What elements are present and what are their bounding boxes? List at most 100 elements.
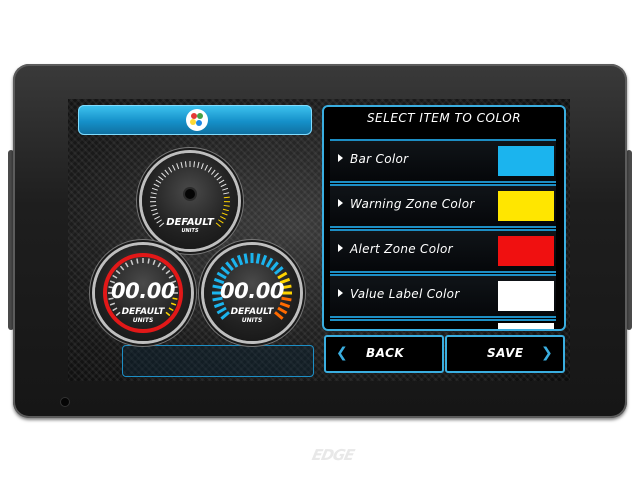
- item-label: Warning Zone Color: [350, 197, 475, 211]
- gauge-tick: [277, 271, 288, 280]
- gauge-tick: [112, 274, 118, 279]
- gauge-tick: [124, 262, 129, 268]
- gauge-header-bar[interactable]: [78, 105, 312, 135]
- gauge-right[interactable]: 00.00 DEFAULT UNITS: [204, 245, 300, 341]
- chevron-left-icon: ❮: [336, 345, 348, 361]
- gauge-left-value: 00.00: [111, 279, 175, 303]
- gauge-tick: [243, 253, 249, 264]
- back-button[interactable]: ❮ BACK: [324, 335, 444, 373]
- gauge-tick: [197, 161, 200, 168]
- gauge-tick: [147, 258, 150, 264]
- gauge-tick: [223, 196, 230, 199]
- gauge-tick: [220, 266, 230, 275]
- gauge-tick: [221, 212, 228, 216]
- gauge-tick: [170, 302, 177, 306]
- gauge-tick: [211, 169, 216, 175]
- gauge-tick: [180, 161, 183, 168]
- color-swatch: [498, 236, 554, 266]
- gauge-left[interactable]: 00.00 DEFAULT UNITS: [95, 245, 191, 341]
- gauge-tick: [151, 187, 158, 191]
- brand-logo: EDGE: [310, 446, 356, 464]
- color-swatch: [498, 191, 554, 221]
- gauge-tick: [225, 261, 234, 271]
- gauge-tick: [151, 208, 158, 212]
- caret-right-icon: [338, 244, 343, 252]
- back-label: BACK: [366, 346, 405, 360]
- gauge-tick: [157, 262, 162, 268]
- gauge-top-dial: [149, 161, 231, 228]
- gauge-tick: [158, 175, 164, 181]
- gauge-tick: [265, 257, 274, 268]
- gauge-tick: [115, 269, 121, 275]
- gauge-right-units: UNITS: [241, 317, 263, 324]
- caret-right-icon: [338, 199, 343, 207]
- gauge-tick: [168, 274, 174, 279]
- item-label: Alert Zone Color: [350, 242, 453, 256]
- gauge-tick: [161, 172, 167, 178]
- gauge-tick: [204, 164, 208, 171]
- gauge-top-hub: [185, 189, 195, 199]
- color-select-panel: SELECT ITEM TO COLOR Bar Color Warning Z…: [322, 105, 566, 331]
- gauge-tick: [223, 192, 230, 195]
- gauge-tick: [200, 163, 204, 170]
- caret-right-icon: [338, 289, 343, 297]
- save-label: SAVE: [487, 346, 524, 360]
- gauge-tick: [274, 266, 284, 275]
- list-item-bar-color[interactable]: Bar Color: [330, 139, 556, 183]
- gauge-tick: [150, 204, 157, 207]
- gauge-tick: [155, 179, 162, 184]
- gauge-tick: [193, 161, 196, 168]
- color-swatch: [498, 146, 554, 176]
- gauge-tick: [222, 187, 229, 191]
- camera-lens: [61, 398, 69, 406]
- gauge-tick: [164, 169, 169, 175]
- gauge-left-units: UNITS: [132, 317, 154, 324]
- gauge-tick: [136, 258, 139, 264]
- gauge-top-units: UNITS: [181, 228, 199, 234]
- gauge-tick: [168, 166, 173, 173]
- list-item-partial[interactable]: [330, 319, 556, 331]
- gauge-tick: [213, 172, 219, 178]
- gauge-footer-bar: [122, 345, 314, 377]
- gauge-tick: [150, 192, 157, 195]
- save-button[interactable]: SAVE ❯: [445, 335, 565, 373]
- gauge-tick: [119, 265, 125, 271]
- list-item-value-label-color[interactable]: Value Label Color: [330, 274, 556, 318]
- gauge-tick: [165, 269, 171, 275]
- item-label: Value Label Color: [350, 287, 460, 301]
- gauge-tick: [255, 253, 261, 264]
- gauge-tick: [207, 166, 212, 173]
- gauge-right-value: 00.00: [220, 279, 284, 303]
- gauge-tick: [161, 265, 167, 271]
- gauge-left-label: DEFAULT: [121, 307, 165, 317]
- chevron-right-icon: ❯: [541, 345, 553, 361]
- gauge-tick: [109, 302, 116, 306]
- item-label: Bar Color: [350, 152, 409, 166]
- panel-title: SELECT ITEM TO COLOR: [366, 111, 522, 125]
- gauge-tick: [270, 261, 279, 271]
- list-item-alert-zone-color[interactable]: Alert Zone Color: [330, 229, 556, 273]
- gauge-top-label: DEFAULT: [166, 217, 214, 228]
- gauge-top[interactable]: DEFAULT UNITS: [142, 153, 238, 249]
- list-item-warning-zone-color[interactable]: Warning Zone Color: [330, 184, 556, 228]
- palette-icon: [186, 109, 208, 131]
- gauge-tick: [152, 212, 159, 216]
- gauge-right-label: DEFAULT: [230, 307, 274, 317]
- gauge-tick: [150, 196, 157, 199]
- gauge-tick: [153, 183, 160, 188]
- touchscreen: DEFAULT UNITS 00.00 DEFAULT UNITS 00.00 …: [68, 99, 570, 381]
- gauge-tick: [230, 257, 239, 268]
- gauge-tick: [216, 175, 222, 181]
- caret-right-icon: [338, 154, 343, 162]
- color-swatch: [498, 281, 554, 311]
- gauge-tick: [236, 254, 244, 266]
- gauge-tick: [184, 161, 187, 168]
- gauge-tick: [172, 164, 176, 171]
- gauge-tick: [130, 259, 134, 266]
- gauge-tick: [218, 179, 225, 184]
- gauge-tick: [152, 259, 156, 266]
- gauge-tick: [260, 254, 268, 266]
- gauge-tick: [176, 163, 180, 170]
- gauge-tick: [223, 204, 230, 207]
- gauge-tick: [220, 183, 227, 188]
